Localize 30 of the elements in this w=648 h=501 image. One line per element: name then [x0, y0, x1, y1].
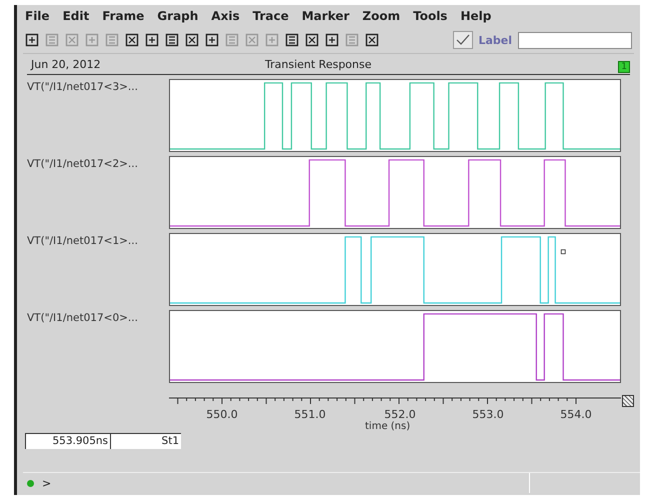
- axis-tick-label: 552.0: [384, 408, 416, 421]
- menu-item[interactable]: File: [25, 9, 50, 27]
- trace-name: VT("/I1/net017<3>...: [26, 80, 139, 95]
- menu-item[interactable]: Tools: [413, 9, 448, 27]
- cursor-marker-field[interactable]: St1: [110, 433, 181, 449]
- status-dot-icon: [27, 480, 34, 486]
- menu-item[interactable]: Zoom: [362, 9, 400, 27]
- axis-tick-label: 553.0: [472, 408, 504, 421]
- scroll-corner-icon[interactable]: [622, 395, 634, 407]
- menu-item[interactable]: Axis: [211, 9, 240, 27]
- axis-title: time (ns): [365, 421, 410, 432]
- label-text: Label: [478, 34, 512, 46]
- trace-name: VT("/I1/net017<1>...: [26, 234, 139, 249]
- command-prompt: >: [42, 476, 52, 490]
- label-input[interactable]: [518, 32, 632, 48]
- axis-tick-label: 551.0: [294, 408, 326, 421]
- label-checkbox[interactable]: [453, 31, 474, 49]
- trace-name: VT("/I1/net017<0>...: [26, 311, 139, 326]
- axis-tick-label: 554.0: [560, 408, 592, 421]
- menu-item[interactable]: Graph: [157, 9, 198, 27]
- menu-item[interactable]: Marker: [302, 9, 350, 27]
- menu-item[interactable]: Edit: [62, 9, 90, 27]
- menu-item[interactable]: Trace: [252, 9, 289, 27]
- menu-item[interactable]: Frame: [102, 9, 144, 27]
- plot-date: Jun 20, 2012: [31, 58, 101, 70]
- cursor-time-field[interactable]: 553.905ns: [25, 433, 110, 449]
- axis-tick-label: 550.0: [206, 408, 238, 421]
- plot-title: Transient Response: [265, 58, 372, 70]
- menu-item[interactable]: Help: [460, 9, 492, 27]
- trace-name: VT("/I1/net017<2>...: [26, 157, 139, 172]
